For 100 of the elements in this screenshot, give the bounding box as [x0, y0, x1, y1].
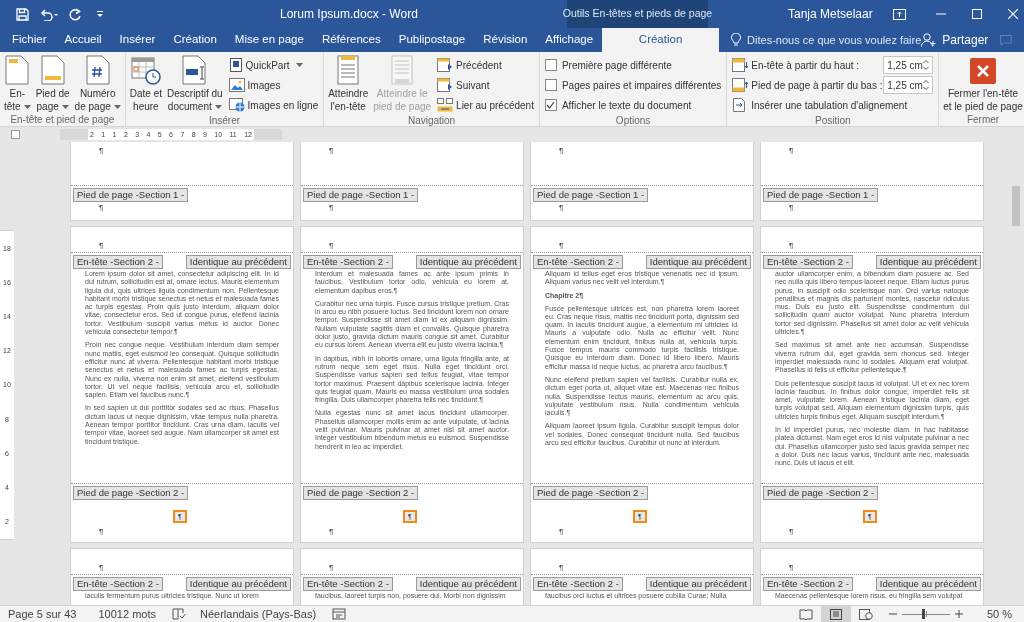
header-section-label: En-tête -Section 2 -: [533, 577, 623, 591]
paragraph-mark: ¶: [559, 564, 564, 572]
footer-section-label: Pied de page -Section 2 -: [763, 486, 879, 500]
ribbon-button[interactable]: Date et heure: [127, 55, 164, 113]
tab-selector[interactable]: [11, 130, 20, 139]
ribbon-button[interactable]: Fermer l'en-tête et le pied de page: [941, 55, 1024, 113]
checkbox[interactable]: [544, 79, 557, 91]
tell-me-field[interactable]: Dites-nous ce que vous voulez faire: [731, 28, 922, 52]
group-label: En-tête et pied de page: [9, 113, 116, 126]
checkbox[interactable]: [544, 59, 557, 71]
redo-icon[interactable]: [69, 7, 82, 21]
ribbon-small-button[interactable]: Suivant: [437, 76, 534, 94]
footer-section-label: Pied de page -Section 1 -: [303, 188, 419, 202]
ribbon-small-button[interactable]: Insérer une tabulation d'alignement: [732, 96, 934, 114]
ribbon-button[interactable]: Numéro de page: [72, 55, 123, 113]
header-page-icon: [5, 55, 30, 85]
paragraph-mark: ¶: [99, 528, 104, 536]
ribbon-tab[interactable]: Création: [164, 28, 226, 52]
paragraph-mark: ¶: [329, 242, 334, 250]
zoom-level[interactable]: 50 %: [986, 605, 1012, 622]
maximize-icon[interactable]: [971, 9, 982, 19]
ribbon-tab[interactable]: Révision: [474, 28, 537, 52]
spin-arrows-icon: [923, 59, 930, 71]
spin-field[interactable]: 1,25 cm: [883, 76, 934, 94]
group-label: Insérer: [207, 114, 242, 127]
ribbon-button[interactable]: En- tête: [2, 55, 33, 113]
spin-label: En-tête à partir du haut :: [751, 58, 861, 73]
close-window-icon[interactable]: [1007, 9, 1018, 19]
spin-label: Pied de page à partir du bas :: [751, 78, 881, 93]
ribbon-button[interactable]: Descriptif du document: [165, 55, 225, 113]
picture-icon: [228, 78, 245, 92]
footer-section-label: Pied de page -Section 1 -: [533, 188, 649, 202]
share-button[interactable]: Partager: [921, 28, 989, 52]
page-count[interactable]: Page 5 sur 43: [8, 605, 77, 622]
header-section-label: En-tête -Section 2 -: [73, 255, 163, 269]
footer-page-icon: [40, 55, 65, 85]
paragraph-mark: ¶: [99, 564, 104, 572]
same-as-previous-label: Identique au précédent: [415, 577, 521, 591]
header-section-label: En-tête -Section 2 -: [763, 577, 853, 591]
header-top-icon: [732, 58, 749, 72]
undo-icon[interactable]: [39, 7, 59, 21]
zoom-slider[interactable]: [901, 608, 950, 620]
caret-icon: [113, 105, 121, 110]
header-section-label: En-tête -Section 2 -: [763, 255, 853, 269]
ribbon-small-button[interactable]: QuickPart: [228, 56, 319, 74]
group-label: Options: [614, 114, 652, 127]
zoom-slider-thumb[interactable]: [921, 609, 925, 619]
spin-field[interactable]: 1,25 cm: [883, 56, 934, 74]
ribbon-small-button[interactable]: Lier au précédent: [437, 96, 534, 114]
group-label: Navigation: [406, 114, 457, 127]
ribbon-small-button[interactable]: Images: [228, 76, 319, 94]
same-as-previous-label: Identique au précédent: [185, 577, 291, 591]
paragraph-mark: ¶: [559, 147, 564, 155]
paragraph-mark: ¶: [789, 147, 794, 155]
caret-icon: [214, 105, 222, 110]
next-section-icon: [437, 78, 454, 92]
page-lines-icon: [335, 55, 362, 85]
ribbon-tab[interactable]: Accueil: [55, 28, 111, 52]
language[interactable]: Néerlandais (Pays-Bas): [200, 605, 317, 622]
ribbon-tab[interactable]: Publipostage: [389, 28, 475, 52]
save-icon[interactable]: [16, 7, 29, 21]
checkbox-label: Pages paires et impaires différentes: [561, 78, 722, 93]
ribbon-tab[interactable]: Fichier: [0, 28, 56, 52]
group-label: Fermer: [965, 113, 1001, 126]
ribbon-button[interactable]: Atteindre l'en-tête: [326, 55, 371, 113]
ribbon-small-button[interactable]: Images en ligne: [228, 96, 319, 114]
header-section-label: En-tête -Section 2 -: [303, 577, 393, 591]
header-section-label: En-tête -Section 2 -: [533, 255, 623, 269]
ribbon-tab[interactable]: Affichage: [536, 28, 603, 52]
checkbox-label: Première page différente: [561, 58, 672, 73]
view-button[interactable]: [820, 606, 851, 622]
ribbon-tab[interactable]: Insérer: [110, 28, 165, 52]
caret-icon: [23, 105, 31, 110]
footer-section-label: Pied de page -Section 1 -: [73, 188, 189, 202]
ribbon-small-button[interactable]: Précédent: [437, 56, 534, 74]
same-as-previous-label: Identique au précédent: [875, 577, 981, 591]
ribbon-button[interactable]: Pied de page: [33, 55, 72, 113]
zoom-in-icon[interactable]: [954, 610, 963, 618]
calendar-clock-icon: [130, 55, 161, 85]
paragraph-mark: ¶: [99, 147, 104, 155]
proofing-book-icon[interactable]: [172, 608, 186, 620]
caret-icon: [295, 63, 303, 67]
paragraph-mark: ¶: [789, 242, 794, 250]
word-count[interactable]: 10012 mots: [98, 605, 156, 622]
paragraph-mark: ¶: [329, 204, 334, 212]
paragraph-mark: ¶: [559, 204, 564, 212]
customize-caret-icon[interactable]: [96, 10, 104, 18]
ribbon-tab[interactable]: Références: [312, 28, 390, 52]
window-title: Lorum Ipsum.docx - Word: [280, 6, 418, 23]
footer-bottom-icon: [732, 78, 749, 92]
ribbon-display-options-icon[interactable]: [892, 8, 906, 20]
paragraph-mark: ¶: [559, 528, 564, 536]
link-sections-icon: [437, 98, 454, 112]
ribbon-tab[interactable]: Mise en page: [225, 28, 313, 52]
paragraph-mark: ¶: [329, 147, 334, 155]
same-as-previous-label: Identique au précédent: [875, 255, 981, 269]
spin-arrows-icon: [923, 79, 930, 91]
macro-icon[interactable]: [332, 608, 347, 620]
checkbox[interactable]: [544, 99, 557, 111]
ribbon-tab[interactable]: Création: [602, 28, 720, 52]
